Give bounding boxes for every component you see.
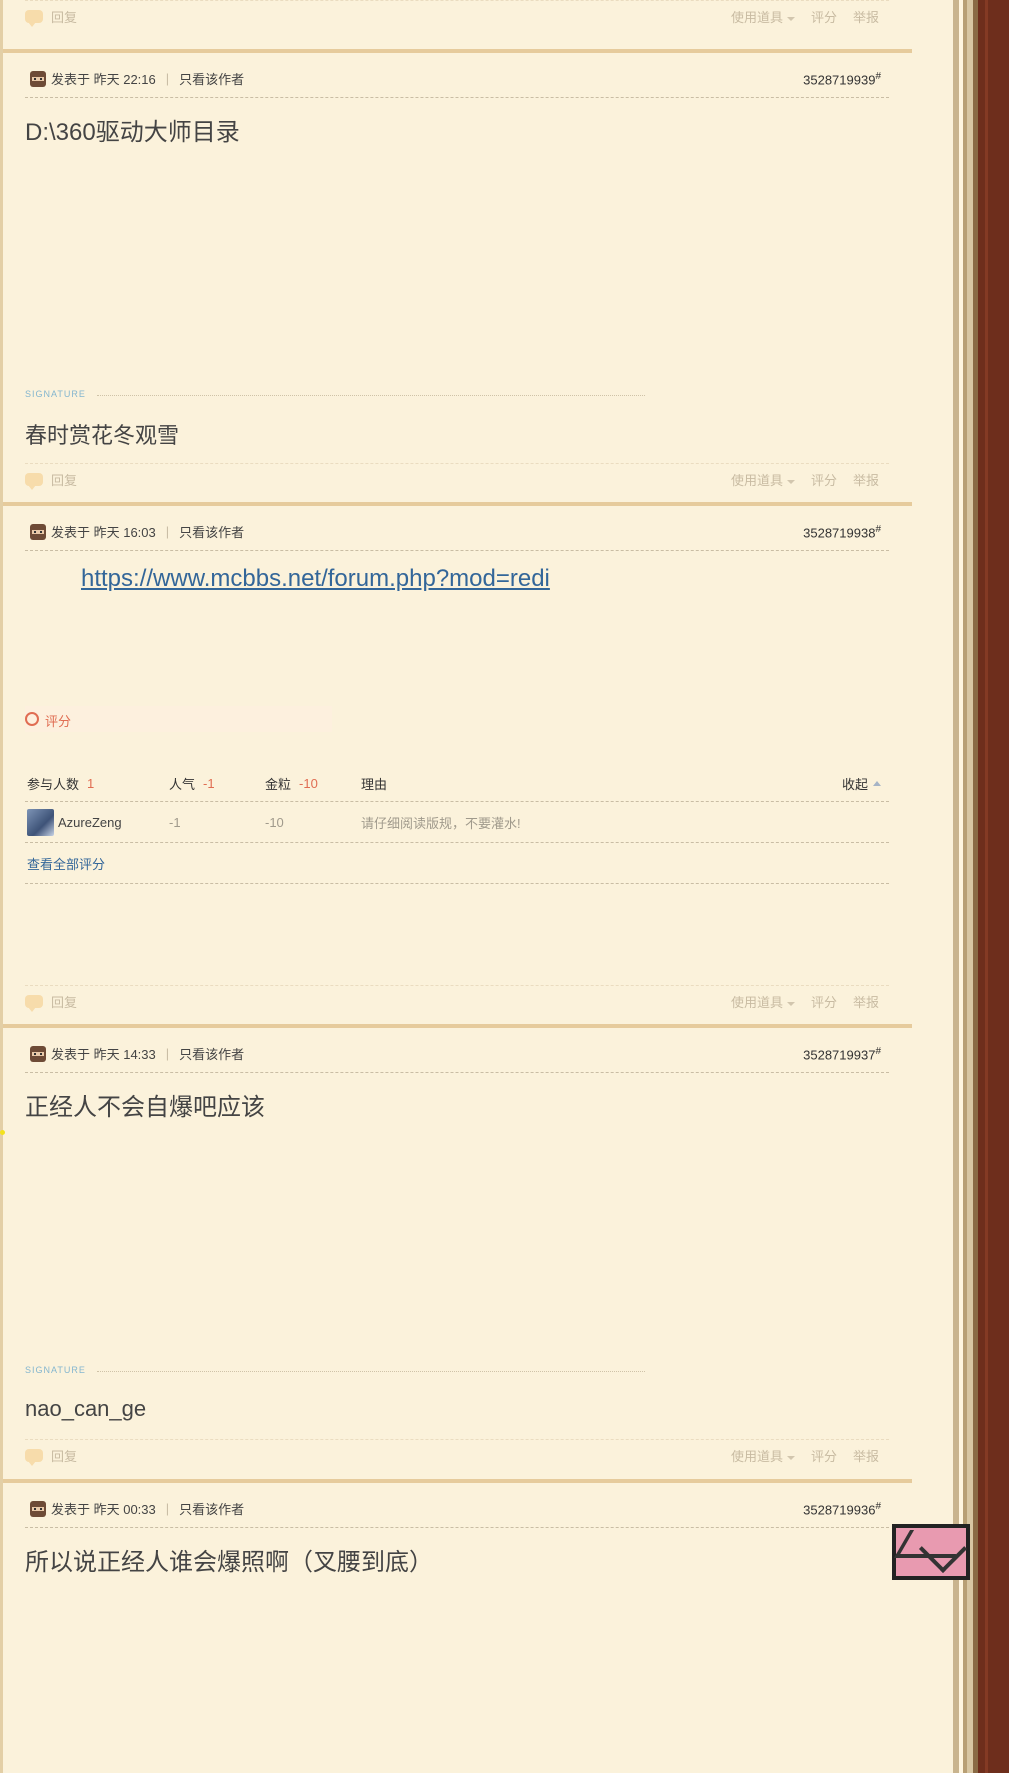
decorative-spine bbox=[953, 0, 1009, 1773]
collapse-button[interactable]: 收起 bbox=[842, 765, 881, 801]
reply-button[interactable]: 回复 bbox=[25, 992, 77, 1012]
author-only-link[interactable]: 只看该作者 bbox=[179, 69, 244, 88]
use-tools-button[interactable]: 使用道具 bbox=[731, 992, 795, 1011]
author-only-link[interactable]: 只看该作者 bbox=[179, 1044, 244, 1063]
author-only-link[interactable]: 只看该作者 bbox=[179, 1499, 244, 1518]
report-button[interactable]: 举报 bbox=[853, 470, 879, 489]
reply-icon bbox=[25, 995, 43, 1012]
rate-button[interactable]: 评分 bbox=[811, 7, 837, 26]
report-button[interactable]: 举报 bbox=[853, 7, 879, 26]
post-content: D:\360驱动大师目录 bbox=[25, 119, 240, 146]
rating-row: AzureZeng -1 -10 请仔细阅读版规，不要灌水! bbox=[25, 802, 889, 843]
rating-header: 评分 bbox=[25, 706, 332, 732]
signature-divider: SIGNATURE bbox=[25, 1365, 645, 1379]
reply-icon bbox=[25, 10, 43, 27]
post-divider bbox=[3, 1479, 912, 1483]
post-header: 发表于 昨天 16:03 | 只看该作者 3528719938# bbox=[25, 516, 889, 551]
participants-col: 参与人数 1 bbox=[27, 775, 95, 792]
rate-button[interactable]: 评分 bbox=[811, 1446, 837, 1465]
post-number[interactable]: 3528719939# bbox=[803, 71, 881, 87]
reply-button[interactable]: 回复 bbox=[25, 1446, 77, 1466]
post-actions-bar: 回复 使用道具 评分 举报 bbox=[25, 985, 889, 1014]
rate-button[interactable]: 评分 bbox=[811, 992, 837, 1011]
post-number[interactable]: 3528719936# bbox=[803, 1501, 881, 1517]
post-time: 发表于 昨天 16:03 bbox=[51, 525, 156, 540]
post-header: 发表于 昨天 00:33 | 只看该作者 3528719936# bbox=[25, 1493, 889, 1528]
post-time: 发表于 昨天 14:33 bbox=[51, 1047, 156, 1062]
chevron-down-icon bbox=[786, 1001, 795, 1006]
report-button[interactable]: 举报 bbox=[853, 1446, 879, 1465]
separator: | bbox=[165, 1046, 170, 1061]
chevron-up-icon bbox=[873, 780, 881, 786]
view-all-ratings-link[interactable]: 查看全部评分 bbox=[27, 843, 105, 883]
reply-icon bbox=[25, 1449, 43, 1466]
chevron-down-icon bbox=[786, 479, 795, 484]
nuggets-col: 金粒 -10 bbox=[265, 775, 318, 792]
post-time: 发表于 昨天 00:33 bbox=[51, 1502, 156, 1517]
use-tools-button[interactable]: 使用道具 bbox=[731, 7, 795, 26]
chevron-down-icon bbox=[786, 16, 795, 21]
post-divider bbox=[3, 1024, 912, 1028]
post-header: 发表于 昨天 22:16 | 只看该作者 3528719939# bbox=[25, 63, 889, 98]
avatar-icon bbox=[30, 1500, 46, 1517]
signature-divider: SIGNATURE bbox=[25, 389, 645, 403]
rating-table: 参与人数 1 人气 -1 金粒 -10 理由 收起 AzureZeng -1 -10 … bbox=[25, 765, 889, 884]
post-divider bbox=[3, 502, 912, 506]
avatar-icon bbox=[30, 523, 46, 540]
post-header: 发表于 昨天 14:33 | 只看该作者 3528719937# bbox=[25, 1038, 889, 1073]
reason-col: 理由 bbox=[361, 776, 388, 792]
circle-icon bbox=[25, 712, 39, 726]
post-content: 所以说正经人谁会爆照啊（叉腰到底） bbox=[25, 1549, 433, 1576]
use-tools-button[interactable]: 使用道具 bbox=[731, 470, 795, 489]
post-time: 发表于 昨天 22:16 bbox=[51, 72, 156, 87]
author-only-link[interactable]: 只看该作者 bbox=[179, 522, 244, 541]
rating-header-row: 参与人数 1 人气 -1 金粒 -10 理由 收起 bbox=[25, 765, 889, 802]
post-actions-bar: 回复 使用道具 评分 举报 bbox=[25, 0, 889, 29]
message-envelope-icon[interactable] bbox=[892, 1524, 970, 1580]
popularity-col: 人气 -1 bbox=[169, 775, 215, 792]
post-content: 正经人不会自爆吧应该 bbox=[25, 1094, 265, 1121]
post-actions-bar: 回复 使用道具 评分 举报 bbox=[25, 1439, 889, 1468]
reply-icon bbox=[25, 473, 43, 490]
separator: | bbox=[165, 1501, 170, 1516]
signature-text: 春时赏花冬观雪 bbox=[25, 423, 180, 448]
rater-user[interactable]: AzureZeng bbox=[27, 802, 122, 842]
post-list: 回复 使用道具 评分 举报 发表于 昨天 22:16 | 只看该作者 35287… bbox=[0, 0, 912, 1773]
separator: | bbox=[165, 71, 170, 86]
post-link[interactable]: https://www.mcbbs.net/forum.php?mod=redi bbox=[81, 565, 550, 593]
post-number[interactable]: 3528719937# bbox=[803, 1046, 881, 1062]
report-button[interactable]: 举报 bbox=[853, 992, 879, 1011]
rater-nuggets: -10 bbox=[265, 814, 284, 830]
rate-button[interactable]: 评分 bbox=[811, 470, 837, 489]
post-number[interactable]: 3528719938# bbox=[803, 524, 881, 540]
post-actions-bar: 回复 使用道具 评分 举报 bbox=[25, 463, 889, 492]
avatar-icon bbox=[30, 70, 46, 87]
chevron-down-icon bbox=[786, 1455, 795, 1460]
reply-button[interactable]: 回复 bbox=[25, 470, 77, 490]
reply-button[interactable]: 回复 bbox=[25, 7, 77, 27]
use-tools-button[interactable]: 使用道具 bbox=[731, 1446, 795, 1465]
view-all-row: 查看全部评分 bbox=[25, 843, 889, 884]
signature-text: nao_can_ge bbox=[25, 1396, 147, 1421]
avatar-icon bbox=[30, 1045, 46, 1062]
separator: | bbox=[165, 524, 170, 539]
rater-popularity: -1 bbox=[169, 814, 181, 830]
rater-reason: 请仔细阅读版规，不要灌水! bbox=[361, 815, 521, 831]
post-divider bbox=[3, 49, 912, 53]
avatar bbox=[27, 808, 54, 836]
